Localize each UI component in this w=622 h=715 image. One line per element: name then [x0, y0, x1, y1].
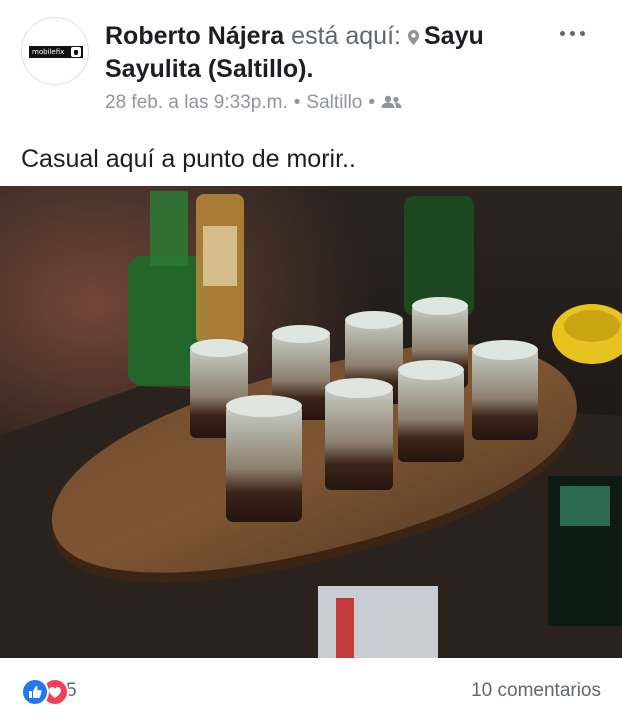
headline-period: . [306, 55, 314, 83]
friends-icon[interactable] [381, 95, 402, 109]
more-options-icon[interactable] [560, 22, 590, 42]
profile-avatar[interactable]: mobilefix [21, 17, 89, 85]
post-caption: Casual aquí a punto de morir.. [21, 145, 356, 173]
mobilefix-logo: mobilefix [29, 46, 83, 58]
location-pin-icon [407, 30, 420, 45]
apple-logo-icon [71, 47, 81, 57]
post-footer: 5 10 comentarios [0, 668, 622, 712]
post-photo[interactable] [0, 186, 622, 658]
comments-count-link[interactable]: 10 comentarios [471, 680, 601, 702]
feed-post: mobilefix Roberto Nájera está aquí: Sayu … [0, 0, 622, 715]
post-headline: Roberto Nájera está aquí: Sayu Sayulita (… [105, 20, 535, 86]
post-meta: 28 feb. a las 9:33p.m. • Saltillo • [105, 91, 402, 115]
author-name[interactable]: Roberto Nájera [105, 22, 284, 50]
post-timestamp[interactable]: 28 feb. a las 9:33p.m. [105, 92, 288, 113]
post-city[interactable]: Saltillo [306, 92, 362, 113]
like-reaction-icon [21, 678, 49, 706]
action-text: está aquí: [291, 22, 401, 50]
avatar-logo-text: mobilefix [32, 48, 65, 56]
